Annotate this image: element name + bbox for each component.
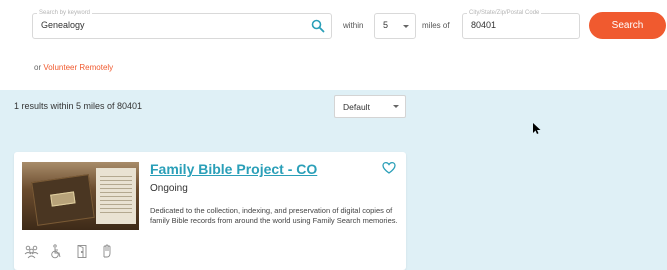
miles-of-label: miles of bbox=[422, 21, 450, 30]
volunteer-remotely-link[interactable]: Volunteer Remotely bbox=[43, 63, 113, 72]
volunteer-prefix: or bbox=[34, 63, 42, 72]
sort-value: Default bbox=[343, 102, 370, 112]
distance-select[interactable]: 5 bbox=[374, 13, 416, 39]
location-label: City/State/Zip/Postal Code bbox=[467, 8, 542, 18]
results-count: 1 results within 5 miles of 80401 bbox=[14, 101, 143, 111]
keyword-field[interactable]: Search by keyword Genealogy bbox=[32, 8, 332, 39]
opportunity-status: Ongoing bbox=[150, 183, 188, 194]
wheelchair-icon bbox=[49, 244, 64, 259]
door-icon bbox=[75, 244, 90, 259]
opportunity-image[interactable] bbox=[22, 162, 139, 230]
heart-icon[interactable] bbox=[382, 161, 396, 175]
chevron-down-icon bbox=[403, 25, 409, 28]
volunteer-remotely-line: or Volunteer Remotely bbox=[34, 63, 113, 72]
sort-select[interactable]: Default bbox=[334, 95, 406, 118]
book-label-plate bbox=[50, 191, 76, 207]
distance-value: 5 bbox=[383, 20, 389, 30]
search-bar: Search by keyword Genealogy within 5 mil… bbox=[0, 0, 667, 90]
mouse-cursor-icon bbox=[533, 122, 541, 134]
keyword-label: Search by keyword bbox=[37, 8, 93, 18]
suitability-icons bbox=[24, 244, 121, 264]
paper-page bbox=[96, 168, 136, 224]
chevron-down-icon bbox=[393, 105, 399, 108]
search-button[interactable]: Search bbox=[589, 12, 666, 39]
opportunity-title[interactable]: Family Bible Project - CO bbox=[150, 161, 317, 177]
keyword-input[interactable]: Genealogy bbox=[41, 20, 85, 30]
within-label: within bbox=[343, 21, 364, 30]
location-input[interactable]: 80401 bbox=[471, 20, 496, 30]
search-icon[interactable] bbox=[311, 19, 325, 33]
opportunity-description: Dedicated to the collection, indexing, a… bbox=[150, 206, 398, 225]
hand-icon bbox=[100, 244, 115, 259]
opportunity-card[interactable]: Family Bible Project - CO Ongoing Dedica… bbox=[14, 152, 406, 270]
group-icon bbox=[24, 244, 39, 259]
results-panel: 1 results within 5 miles of 80401 Defaul… bbox=[0, 90, 667, 270]
bible-book bbox=[31, 174, 95, 226]
location-field[interactable]: City/State/Zip/Postal Code 80401 bbox=[462, 8, 580, 39]
